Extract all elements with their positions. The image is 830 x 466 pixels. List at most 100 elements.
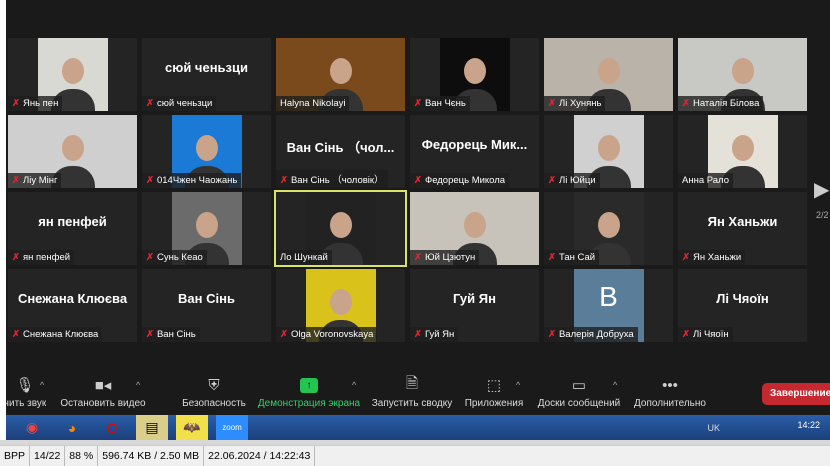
end-meeting-button[interactable]: Завершение bbox=[762, 383, 830, 405]
muted-microphone-icon: ✗ bbox=[548, 98, 556, 109]
next-page-arrow-icon[interactable]: ▶ bbox=[814, 177, 829, 202]
muted-microphone-icon: ✗ bbox=[146, 329, 154, 340]
participant-name: Ліу Мінг bbox=[22, 175, 58, 186]
participant-tile[interactable]: Снежана Клюєва ✗ Снежана Клюєва bbox=[8, 269, 137, 342]
batman-app-icon[interactable]: 🦇 bbox=[176, 415, 208, 440]
apps-caret-icon[interactable]: ^ bbox=[516, 380, 520, 390]
participant-name: Ло Шункай bbox=[280, 252, 328, 263]
participant-tile[interactable]: ян пенфей ✗ ян пенфей bbox=[8, 192, 137, 265]
participant-tile[interactable]: ✗ Лі Юйци bbox=[544, 115, 673, 188]
apps-button[interactable]: ⬚ Приложения ^ bbox=[462, 372, 526, 409]
participant-tile[interactable]: Лі Чяоїн ✗ Лі Чяоїн bbox=[678, 269, 807, 342]
muted-microphone-icon: ✗ bbox=[280, 329, 288, 340]
participant-tile[interactable]: Федорець Мик... ✗ Федорець Микола bbox=[410, 115, 539, 188]
security-button[interactable]: ⛨ Безопасность bbox=[180, 372, 248, 410]
opera-icon[interactable]: O bbox=[96, 415, 128, 440]
participant-display-name: Лі Чяоїн bbox=[716, 291, 769, 306]
audio-label: чить звук bbox=[3, 398, 47, 409]
window-edge bbox=[0, 0, 6, 415]
participant-tile[interactable]: ✗ Тан Сай bbox=[544, 192, 673, 265]
participant-name: Halyna Nikolayi bbox=[280, 98, 346, 109]
clock[interactable]: 14:22 bbox=[797, 420, 820, 430]
avatar-initial: B bbox=[599, 281, 618, 312]
participant-tile[interactable]: Гуй Ян ✗ Гуй Ян bbox=[410, 269, 539, 342]
muted-microphone-icon: ✗ bbox=[280, 175, 288, 186]
participant-tile[interactable]: Ло Шункай bbox=[274, 190, 407, 267]
muted-microphone-icon: ✗ bbox=[414, 252, 422, 263]
muted-microphone-icon: ✗ bbox=[146, 175, 154, 186]
muted-microphone-icon: ✗ bbox=[548, 175, 556, 186]
status-index: 14/22 bbox=[30, 446, 66, 466]
participant-name: сюй ченьзци bbox=[156, 98, 213, 109]
participant-display-name: Снежана Клюєва bbox=[17, 291, 128, 306]
more-label: Дополнительно bbox=[634, 398, 706, 409]
video-caret-icon[interactable]: ^ bbox=[136, 380, 140, 390]
participant-tile[interactable]: Halyna Nikolayi bbox=[276, 38, 405, 111]
summary-button[interactable]: 🗎 Запустить сводку bbox=[370, 372, 454, 410]
participant-tile[interactable]: Ван Сінь （чол... ✗ Ван Сінь （чоловік） bbox=[276, 115, 405, 188]
share-caret-icon[interactable]: ^ bbox=[352, 380, 356, 390]
language-indicator[interactable]: UK bbox=[707, 423, 720, 433]
camera-icon: ■◂ bbox=[94, 377, 112, 394]
more-button[interactable]: ••• Дополнительно bbox=[630, 372, 710, 410]
whiteboards-caret-icon[interactable]: ^ bbox=[613, 380, 617, 390]
audio-caret-icon[interactable]: ^ bbox=[40, 380, 44, 390]
muted-microphone-icon: ✗ bbox=[414, 329, 422, 340]
whiteboards-button[interactable]: ▭ Доски сообщений ^ bbox=[535, 372, 623, 409]
participant-tile[interactable]: ✗ Лі Хунянь bbox=[544, 38, 673, 111]
chrome-icon[interactable]: ◉ bbox=[16, 415, 48, 440]
participant-name-label: ✗ Ян Ханьжи bbox=[678, 250, 746, 265]
muted-microphone-icon: ✗ bbox=[146, 252, 154, 263]
status-size: 596.74 KB / 2.50 MB bbox=[98, 446, 205, 466]
participant-face bbox=[61, 58, 84, 85]
participant-name-label: ✗ Снежана Клюєва bbox=[8, 327, 103, 342]
participant-display-name: ян пенфей bbox=[38, 214, 107, 229]
participant-tile[interactable]: ✗ Ліу Мінг bbox=[8, 115, 137, 188]
participant-name: Снежана Клюєва bbox=[22, 329, 99, 340]
participant-name-label: ✗ Валерія Добруха bbox=[544, 327, 638, 342]
participant-tile[interactable]: ✗ Сунь Кеао bbox=[142, 192, 271, 265]
muted-microphone-icon: ✗ bbox=[12, 175, 20, 186]
audio-button[interactable]: 🎙 чить звук ^ bbox=[0, 372, 50, 409]
participant-name-label: Ло Шункай bbox=[276, 250, 332, 265]
participant-tile[interactable]: ✗ Янь пен bbox=[8, 38, 137, 111]
status-format: BPP bbox=[0, 446, 31, 466]
participant-face bbox=[329, 58, 352, 85]
participant-name-label: ✗ Наталія Білова bbox=[678, 96, 764, 111]
participant-display-name: Ян Ханьжи bbox=[707, 214, 778, 229]
muted-microphone-icon: ✗ bbox=[548, 329, 556, 340]
participant-tile[interactable]: B ✗ Валерія Добруха bbox=[544, 269, 673, 342]
participant-name-label: ✗ Olga Voronovskaya bbox=[276, 327, 378, 342]
participant-name-label: ✗ Федорець Микола bbox=[410, 173, 510, 188]
participant-face bbox=[61, 135, 84, 162]
participant-tile[interactable]: Анна Рало bbox=[678, 115, 807, 188]
participant-tile[interactable]: ✗ Olga Voronovskaya bbox=[276, 269, 405, 342]
video-button[interactable]: ■◂ Остановить видео ^ bbox=[58, 372, 148, 409]
shield-icon: ⛨ bbox=[208, 376, 220, 394]
participant-tile[interactable]: Ван Сінь ✗ Ван Сінь bbox=[142, 269, 271, 342]
participant-face bbox=[329, 289, 352, 316]
whiteboard-icon: ▭ bbox=[571, 377, 587, 394]
share-label: Демонстрация экрана bbox=[257, 398, 361, 409]
apps-label: Приложения bbox=[464, 398, 524, 409]
participant-name: Ван Сінь bbox=[156, 329, 196, 340]
muted-microphone-icon: ✗ bbox=[682, 252, 690, 263]
share-screen-button[interactable]: ↑ Демонстрация экрана ^ bbox=[256, 372, 362, 409]
summary-label: Запустить сводку bbox=[371, 398, 453, 409]
participant-name-label: ✗ Ван Сінь （чоловік） bbox=[276, 170, 388, 188]
windows-taskbar: ◉ ◕ O ▤ 🦇 zoom UK 14:22 bbox=[6, 415, 830, 440]
participant-name: Лі Чяоїн bbox=[692, 329, 729, 340]
participant-tile[interactable]: Ян Ханьжи ✗ Ян Ханьжи bbox=[678, 192, 807, 265]
page-indicator: 2/2 bbox=[816, 210, 829, 220]
participant-tile[interactable]: ✗ 014Чжен Чаожань bbox=[142, 115, 271, 188]
file-manager-icon[interactable]: ▤ bbox=[136, 415, 168, 440]
firefox-icon[interactable]: ◕ bbox=[56, 415, 88, 440]
participant-name: Olga Voronovskaya bbox=[290, 329, 374, 340]
zoom-app-icon[interactable]: zoom bbox=[216, 415, 248, 440]
participant-tile[interactable]: ✗ Юй Цзютун bbox=[410, 192, 539, 265]
muted-microphone-icon: ✗ bbox=[12, 329, 20, 340]
participant-name: Гуй Ян bbox=[424, 329, 455, 340]
participant-tile[interactable]: ✗ Ван Чєнь bbox=[410, 38, 539, 111]
participant-tile[interactable]: ✗ Наталія Білова bbox=[678, 38, 807, 111]
participant-tile[interactable]: сюй ченьзци ✗ сюй ченьзци bbox=[142, 38, 271, 111]
